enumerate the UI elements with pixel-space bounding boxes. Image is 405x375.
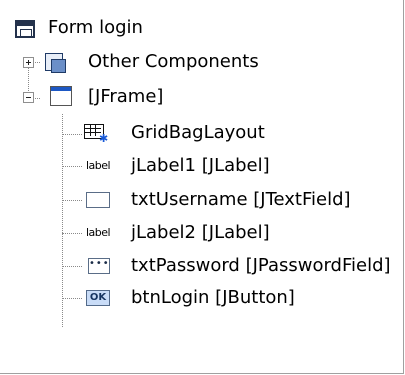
tree-node-label: txtPassword [JPasswordField] — [131, 255, 391, 276]
tree-node-txtusername[interactable]: txtUsername [JTextField] — [0, 184, 360, 216]
form-icon — [15, 20, 35, 38]
jframe-icon — [50, 86, 72, 106]
tree-node-label: GridBagLayout — [131, 122, 265, 143]
tree-node-label: btnLogin [JButton] — [131, 287, 295, 308]
tree-node-label: Form login — [48, 17, 143, 38]
tree-node-label: jLabel1 [JLabel] — [131, 155, 270, 176]
tree-node-btnlogin[interactable]: OK btnLogin [JButton] — [0, 282, 320, 314]
tree-node-txtpassword[interactable]: ••• txtPassword [JPasswordField] — [0, 250, 402, 282]
tree-node-gridbaglayout[interactable]: ✱ GridBagLayout — [0, 117, 265, 149]
tree-node-label: [JFrame] — [88, 86, 164, 107]
passwordfield-icon: ••• — [88, 258, 110, 274]
collapse-icon[interactable] — [23, 92, 34, 103]
components-icon — [43, 51, 66, 73]
inspector-panel: Form login Other Components [JFrame] ✱ G… — [0, 0, 404, 374]
tree-node-jlabel1[interactable]: label jLabel1 [JLabel] — [0, 150, 300, 182]
gridbag-layout-icon: ✱ — [84, 124, 108, 144]
tree-node-form-login[interactable]: Form login — [0, 12, 220, 44]
label-icon: label — [86, 159, 111, 172]
label-icon: label — [86, 226, 111, 239]
textfield-icon — [86, 192, 110, 208]
tree-node-label: jLabel2 [JLabel] — [131, 222, 270, 243]
tree-node-label: Other Components — [88, 51, 259, 72]
tree-node-other-components[interactable]: Other Components — [0, 46, 300, 78]
expand-icon[interactable] — [23, 57, 34, 68]
tree-node-label: txtUsername [JTextField] — [131, 189, 351, 210]
tree-node-jlabel2[interactable]: label jLabel2 [JLabel] — [0, 217, 300, 249]
button-icon: OK — [86, 290, 110, 306]
tree-node-jframe[interactable]: [JFrame] — [0, 81, 200, 113]
